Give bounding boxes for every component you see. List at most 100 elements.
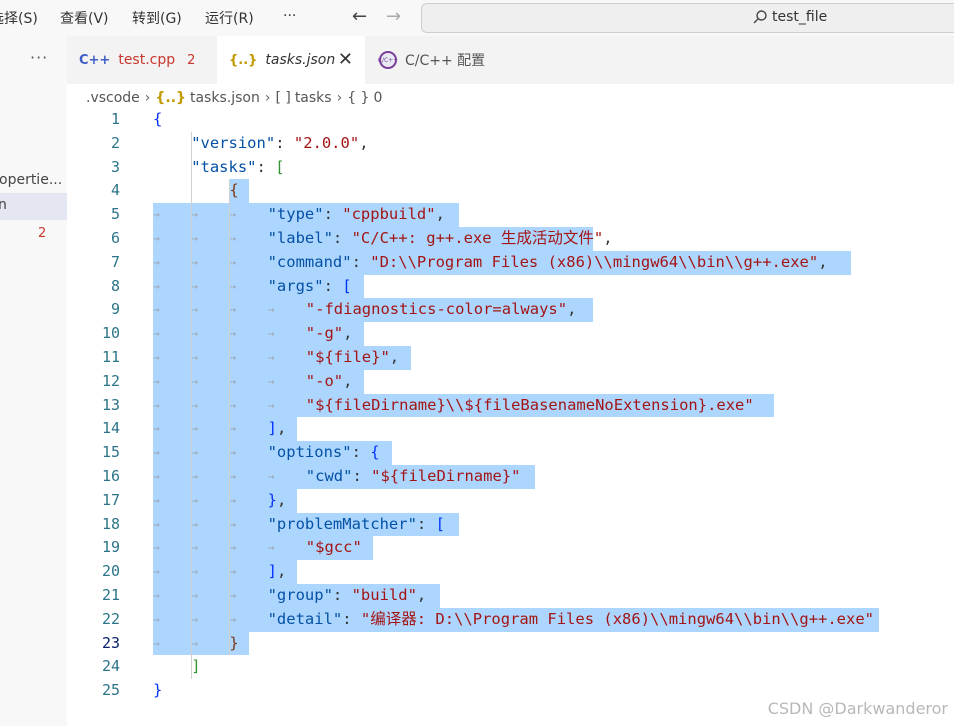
json-key: "detail" [267, 609, 343, 628]
code-line: 24] [67, 655, 954, 679]
json-punctuation: : [332, 586, 352, 604]
breadcrumb-folder[interactable]: .vscode [86, 90, 140, 106]
json-punctuation: : [323, 205, 343, 224]
code-line: → → → 20], [67, 560, 954, 584]
json-file-icon: {..} [155, 90, 186, 106]
line-number: 16 [101, 467, 120, 485]
whitespace-tab-marker: → [153, 446, 160, 460]
json-punctuation: , [435, 205, 445, 224]
json-key: "label" [267, 229, 333, 247]
line-number: 18 [101, 514, 120, 533]
whitespace-tab-marker: → [153, 612, 160, 626]
line-number: 24 [101, 657, 120, 676]
chevron-right-icon: › [264, 90, 271, 106]
code-text: "problemMatcher": [ [268, 513, 445, 537]
code-text: "detail": "编译器: D:\\Program Files (x86)\… [268, 608, 874, 632]
code-text: "-fdiagnostics-color=always", [306, 298, 577, 322]
code-text: "label": "C/C++: g++.exe 生成活动文件", [268, 227, 613, 251]
json-punctuation: : [351, 252, 371, 271]
whitespace-tab-marker: → [267, 541, 275, 555]
code-line: → → → 7 "command": "D:\\Program Files (x86)\… [67, 250, 954, 275]
json-punctuation: { [370, 443, 380, 462]
json-punctuation: : [416, 514, 436, 533]
tab-label: C/C++ 配置 [405, 53, 486, 69]
json-punctuation: : [323, 276, 343, 295]
object-icon: { } [347, 90, 370, 106]
json-key: "cwd" [305, 467, 353, 485]
breadcrumb: .vscode › {..} tasks.json › [ ] tasks › … [86, 88, 382, 108]
sidebar-item-selected[interactable]: n [0, 193, 67, 220]
line-number: 4 [110, 181, 120, 200]
menu-go[interactable]: 转到(G) [132, 8, 182, 28]
line-number: 25 [101, 681, 120, 700]
json-string: "$gcc" [305, 538, 362, 557]
menu-run[interactable]: 运行(R) [205, 8, 254, 28]
line-number: 5 [110, 205, 120, 224]
code-text: "command": "D:\\Program Files (x86)\\min… [268, 251, 828, 275]
json-string: "build" [351, 586, 417, 604]
tab-label: test.cpp [118, 52, 176, 68]
json-string: "-g" [305, 324, 344, 343]
line-number: 3 [110, 157, 120, 176]
json-string: "D:\\Program Files (x86)\\mingw64\\bin\\… [370, 252, 819, 271]
code-text: "tasks": [ [191, 156, 284, 180]
json-punctuation: : [256, 157, 276, 176]
code-editor[interactable]: 1{2 "version": "2.0.0", 3 "tasks": [4{→ → → 5 "… [67, 108, 954, 726]
code-line: 3 "tasks": [ [67, 156, 954, 180]
code-line: → → → → 10 "-g", [67, 322, 954, 346]
code-text: "${fileDirname}\\${fileBasenameNoExtensi… [306, 394, 754, 418]
whitespace-tab-marker: → [153, 279, 160, 293]
code-line: → → → → 11 "${file}", [67, 346, 954, 370]
code-line: → → → → 13 "${fileDirname}\\${fileBasenameNoE… [67, 393, 954, 418]
json-string: "${fileDirname}" [371, 467, 521, 485]
sidebar-more-icon[interactable]: ··· [30, 48, 48, 67]
error-count-badge: 2 [187, 52, 196, 68]
line-number: 21 [101, 586, 120, 604]
menu-view[interactable]: 查看(V) [60, 8, 109, 28]
command-center-search[interactable]: test_file [421, 3, 954, 33]
json-key: "tasks" [191, 157, 257, 176]
line-number: 22 [101, 609, 120, 628]
line-number: 10 [101, 324, 120, 343]
tab-cpp-config[interactable]: C/C++ C/C++ 配置 [367, 36, 527, 84]
code-text: { [153, 108, 162, 132]
json-punctuation: , [416, 586, 427, 604]
whitespace-tab-marker: → [153, 303, 160, 317]
cpp-file-icon: C++ [79, 52, 111, 68]
search-icon [753, 10, 767, 24]
breadcrumb-array[interactable]: tasks [295, 90, 332, 106]
line-number: 11 [101, 348, 120, 366]
json-punctuation: } [153, 681, 163, 700]
json-punctuation: : [342, 609, 361, 628]
menu-selection[interactable]: 选择(S) [0, 8, 38, 28]
json-punctuation: } [229, 633, 239, 652]
code-line: → → → 5 "type": "cppbuild", [67, 203, 954, 227]
whitespace-tab-marker: → [267, 398, 275, 412]
code-text: "-g", [306, 322, 353, 346]
whitespace-tab-marker: → [153, 208, 160, 222]
code-line: → → 23} [67, 631, 954, 656]
tab-label: tasks.json [265, 52, 336, 68]
tab-tasks-json[interactable]: {..} tasks.json ✕ [217, 36, 365, 84]
close-icon[interactable]: ✕ [338, 49, 353, 70]
whitespace-tab-marker: → [153, 232, 160, 245]
back-arrow-icon[interactable]: ← [352, 6, 367, 27]
line-number: 23 [101, 633, 120, 652]
whitespace-tab-marker: → [153, 327, 160, 341]
json-punctuation: : [351, 443, 371, 462]
forward-arrow-icon[interactable]: → [386, 6, 401, 27]
breadcrumb-file[interactable]: tasks.json [190, 90, 260, 106]
json-string: "${file}" [305, 348, 390, 366]
breadcrumb-index[interactable]: 0 [373, 90, 382, 106]
code-text: "args": [ [268, 275, 352, 299]
chevron-right-icon: › [336, 90, 343, 106]
json-punctuation: , [389, 348, 400, 366]
tab-test-cpp[interactable]: C++ test.cpp 2 [67, 36, 215, 84]
menu-more-icon[interactable]: ··· [283, 8, 296, 24]
sidebar-item-properties[interactable]: opertie... [0, 172, 62, 188]
line-number: 19 [101, 538, 120, 557]
json-punctuation: , [343, 324, 353, 343]
title-bar: 选择(S) 查看(V) 转到(G) 运行(R) ··· ← → test_fil… [0, 0, 954, 36]
whitespace-tab-marker: → [153, 541, 160, 555]
code-text: } [153, 679, 162, 703]
